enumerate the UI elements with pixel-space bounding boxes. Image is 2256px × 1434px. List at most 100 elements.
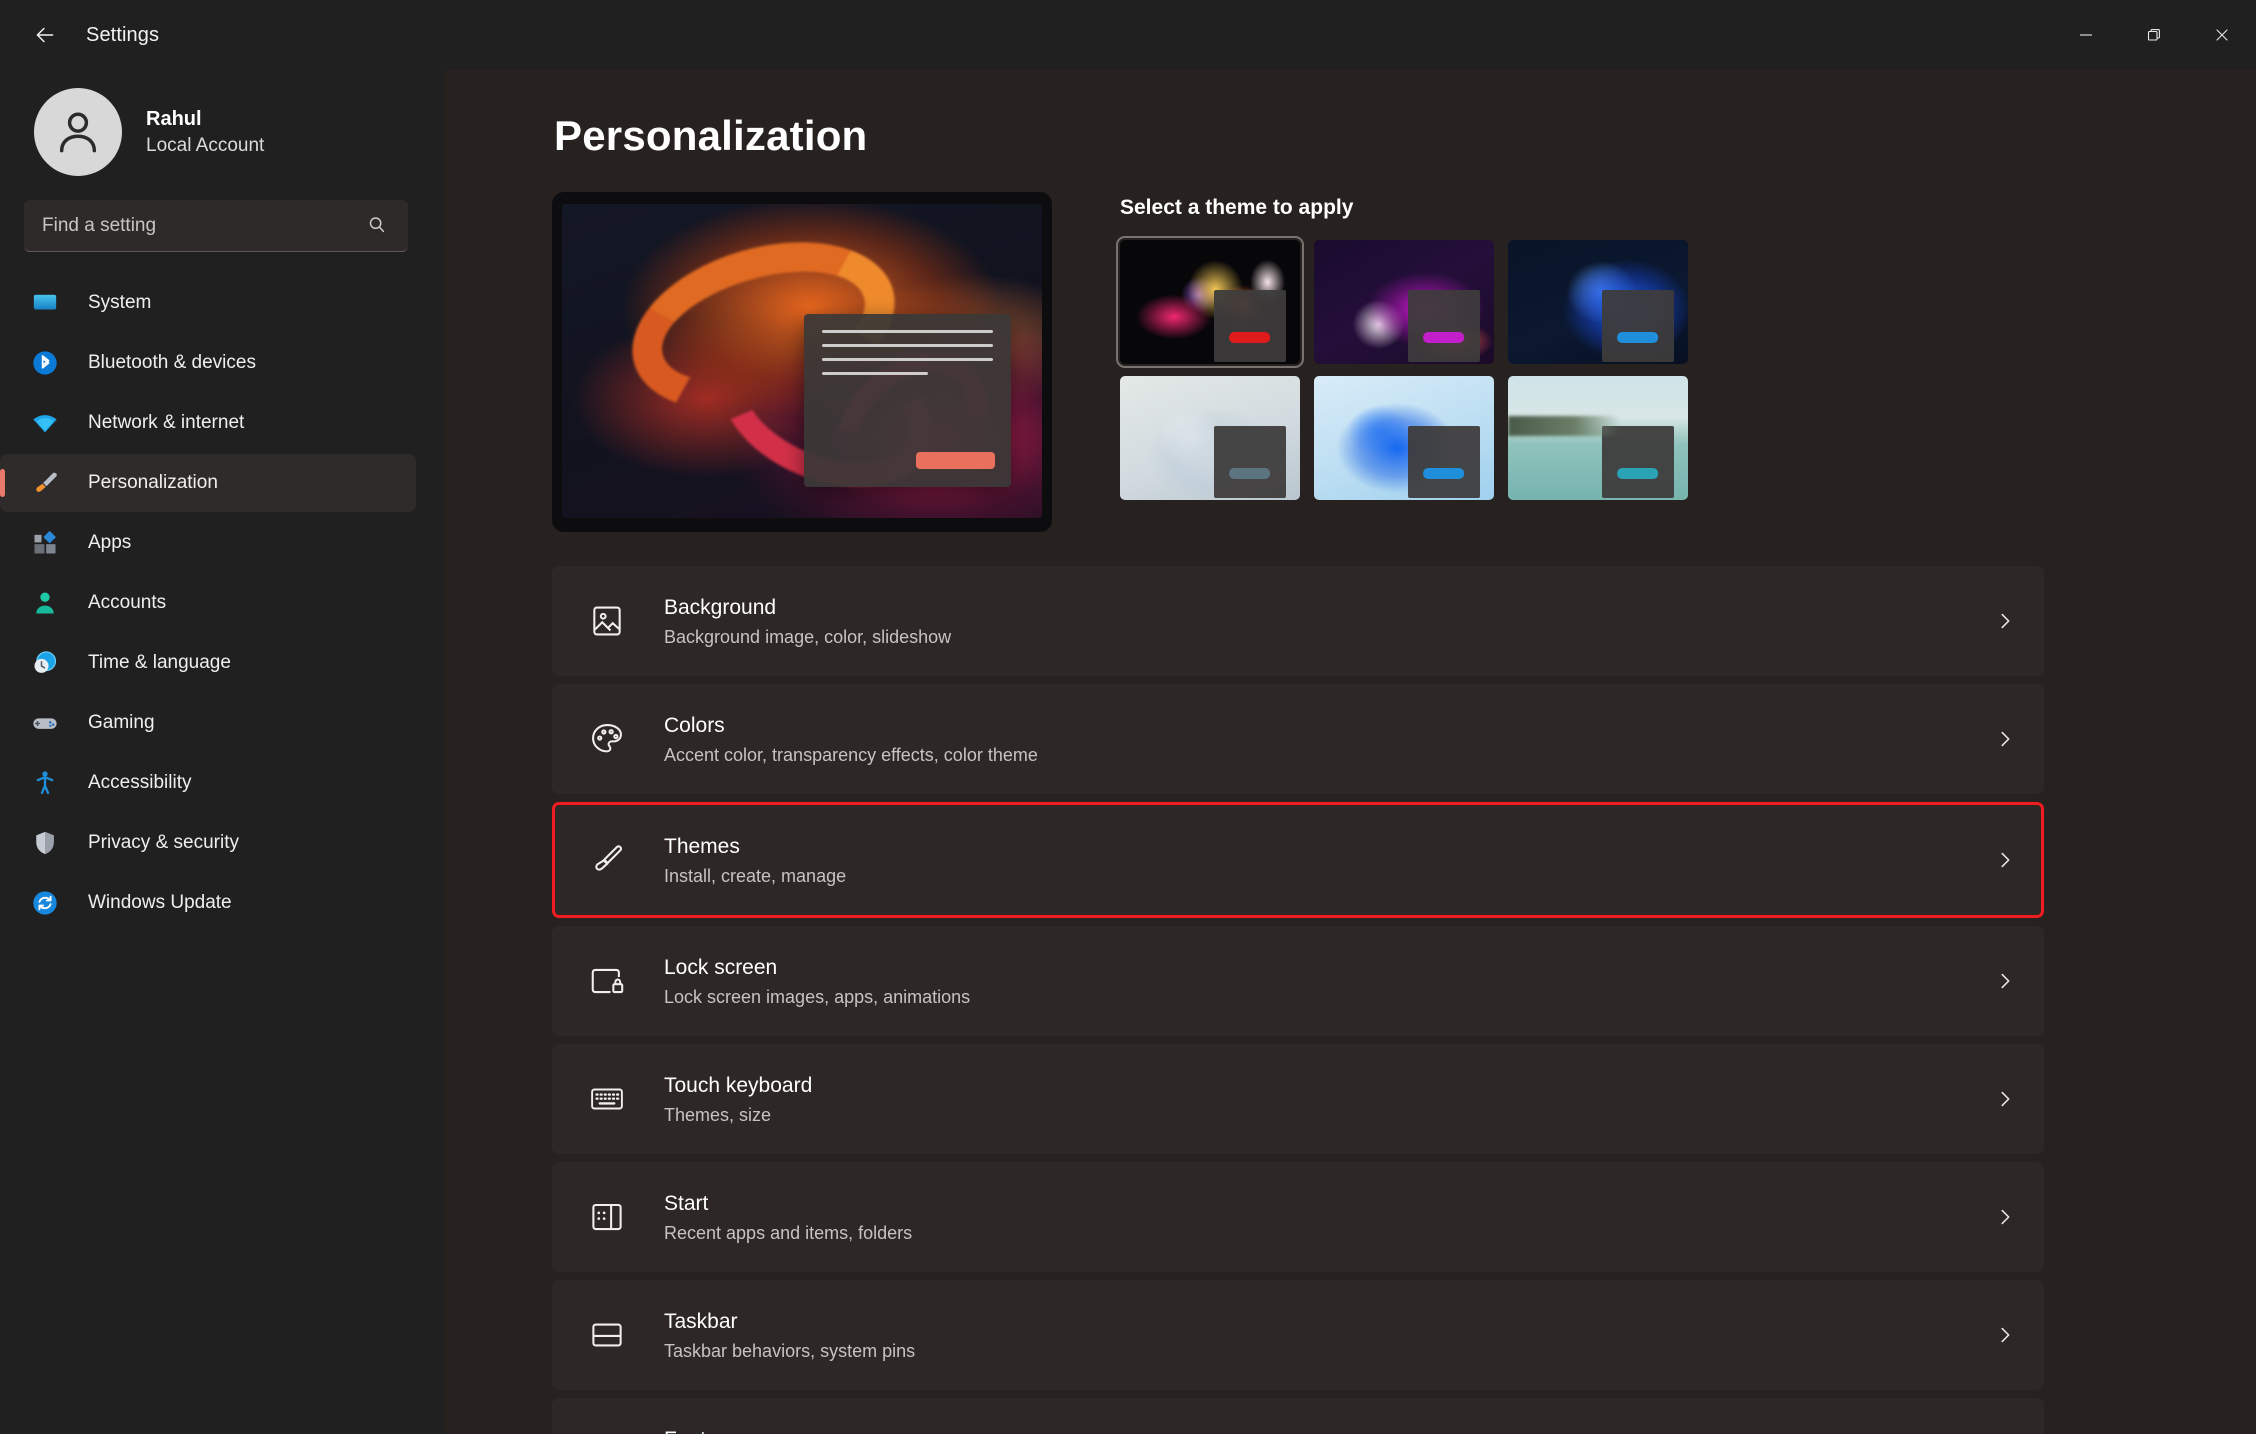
chevron-right-icon <box>2001 1209 2010 1225</box>
preview-text-line <box>822 357 993 361</box>
sidebar-label: Windows Update <box>88 892 232 913</box>
theme-window-preview <box>1407 289 1480 362</box>
chevron-right-icon <box>2001 852 2010 868</box>
sidebar-label: Bluetooth & devices <box>88 352 256 373</box>
sidebar-label: Time & language <box>88 652 231 673</box>
sidebar-label: Gaming <box>88 712 155 733</box>
theme-accent-bar <box>1616 467 1659 479</box>
search-container <box>0 200 444 252</box>
chevron-right-icon <box>2001 1327 2010 1343</box>
sidebar-item-system[interactable]: System <box>0 274 416 332</box>
sidebar-label: Privacy & security <box>88 832 239 853</box>
bluetooth-icon <box>28 346 62 380</box>
apps-icon <box>28 526 62 560</box>
row-subtitle: Themes, size <box>664 1104 772 1125</box>
sidebar-item-accounts[interactable]: Accounts <box>0 574 416 632</box>
wifi-icon <box>28 406 62 440</box>
preview-text-line <box>822 329 993 333</box>
title-bar: Settings <box>0 0 2256 70</box>
sidebar-item-gaming[interactable]: Gaming <box>0 694 416 752</box>
back-button[interactable] <box>14 9 76 61</box>
themes-grid <box>1116 236 1688 500</box>
accessibility-icon <box>28 766 62 800</box>
user-profile[interactable]: Rahul Local Account <box>0 70 444 200</box>
update-refresh-icon <box>28 886 62 920</box>
settings-row-background[interactable]: Background Background image, color, slid… <box>552 566 2044 676</box>
clock-globe-icon <box>28 646 62 680</box>
settings-row-start[interactable]: Start Recent apps and items, folders <box>552 1162 2044 1272</box>
minimize-icon <box>2080 34 2092 36</box>
preview-text-line <box>822 343 993 347</box>
theme-thumbnail-2[interactable] <box>1314 240 1494 364</box>
sidebar-label: Accounts <box>88 592 167 613</box>
gamepad-icon <box>28 706 62 740</box>
theme-window-preview <box>1407 425 1480 498</box>
settings-row-themes[interactable]: Themes Install, create, manage <box>552 802 2044 918</box>
themes-section-label: Select a theme to apply <box>1120 196 1354 219</box>
profile-name: Rahul <box>146 107 202 130</box>
chevron-right-icon <box>2001 1091 2010 1107</box>
sidebar: Rahul Local Account System <box>0 70 444 1434</box>
chevron-right-icon <box>2001 613 2010 629</box>
row-title: Background <box>664 596 777 620</box>
window-controls <box>2052 0 2256 70</box>
sidebar-item-bluetooth-devices[interactable]: Bluetooth & devices <box>0 334 416 392</box>
sidebar-label: Apps <box>88 532 132 553</box>
sidebar-item-privacy-security[interactable]: Privacy & security <box>0 814 416 872</box>
settings-row-taskbar[interactable]: Taskbar Taskbar behaviors, system pins <box>552 1280 2044 1390</box>
restore-icon <box>2147 29 2160 41</box>
sidebar-item-apps[interactable]: Apps <box>0 514 416 572</box>
theme-thumbnail-4[interactable] <box>1120 376 1300 500</box>
person-avatar-icon <box>59 112 97 153</box>
settings-row-lock-screen[interactable]: Lock screen Lock screen images, apps, an… <box>552 926 2044 1036</box>
theme-accent-bar <box>1228 331 1271 343</box>
profile-account-type: Local Account <box>146 134 265 156</box>
settings-row-touch-keyboard[interactable]: Touch keyboard Themes, size <box>552 1044 2044 1154</box>
theme-accent-bar <box>1616 331 1659 343</box>
settings-row-fonts[interactable]: Fonts Install, manage <box>552 1398 2044 1434</box>
search-input[interactable] <box>24 200 408 252</box>
sidebar-label: Accessibility <box>88 772 192 793</box>
row-title: Fonts <box>664 1424 786 1434</box>
sidebar-label: Network & internet <box>88 412 245 433</box>
theme-window-preview <box>1213 425 1286 498</box>
sidebar-item-personalization[interactable]: Personalization <box>0 454 416 512</box>
restore-button[interactable] <box>2120 0 2188 70</box>
theme-thumbnail-1[interactable] <box>1116 236 1304 368</box>
theme-chooser: Select a theme to apply <box>1116 192 1688 500</box>
row-subtitle: Background image, color, slideshow <box>664 626 952 647</box>
theme-thumbnail-3[interactable] <box>1508 240 1688 364</box>
minimize-button[interactable] <box>2052 0 2120 70</box>
row-title: Touch keyboard <box>664 1074 813 1098</box>
sidebar-item-windows-update[interactable]: Windows Update <box>0 874 416 932</box>
sidebar-item-accessibility[interactable]: Accessibility <box>0 754 416 812</box>
theme-thumbnail-5[interactable] <box>1314 376 1494 500</box>
taskbar-icon <box>586 1314 628 1356</box>
theme-thumbnail-6[interactable] <box>1508 376 1688 500</box>
sidebar-item-time-language[interactable]: Time & language <box>0 634 416 692</box>
preview-accent-button <box>916 451 995 469</box>
theme-window-preview <box>1213 289 1286 362</box>
app-shell: Rahul Local Account System <box>0 70 2256 1434</box>
row-subtitle: Accent color, transparency effects, colo… <box>664 744 1038 765</box>
sidebar-item-network-internet[interactable]: Network & internet <box>0 394 416 452</box>
row-subtitle: Recent apps and items, folders <box>664 1222 913 1243</box>
app-title: Settings <box>86 23 160 46</box>
row-subtitle: Lock screen images, apps, animations <box>664 986 971 1007</box>
row-title: Colors <box>664 714 725 738</box>
row-title: Lock screen <box>664 956 778 980</box>
preview-window-overlay <box>804 313 1011 487</box>
sidebar-label: System <box>88 292 152 313</box>
image-icon <box>586 600 628 642</box>
shield-icon <box>28 826 62 860</box>
person-icon <box>28 586 62 620</box>
page-title: Personalization <box>554 112 868 159</box>
chevron-right-icon <box>2001 731 2010 747</box>
row-title: Start <box>664 1192 709 1216</box>
theme-window-preview <box>1601 425 1674 498</box>
theme-accent-bar <box>1228 467 1271 479</box>
paintbrush-icon <box>586 839 628 881</box>
settings-row-colors[interactable]: Colors Accent color, transparency effect… <box>552 684 2044 794</box>
close-button[interactable] <box>2188 0 2256 70</box>
theme-accent-bar <box>1422 331 1465 343</box>
